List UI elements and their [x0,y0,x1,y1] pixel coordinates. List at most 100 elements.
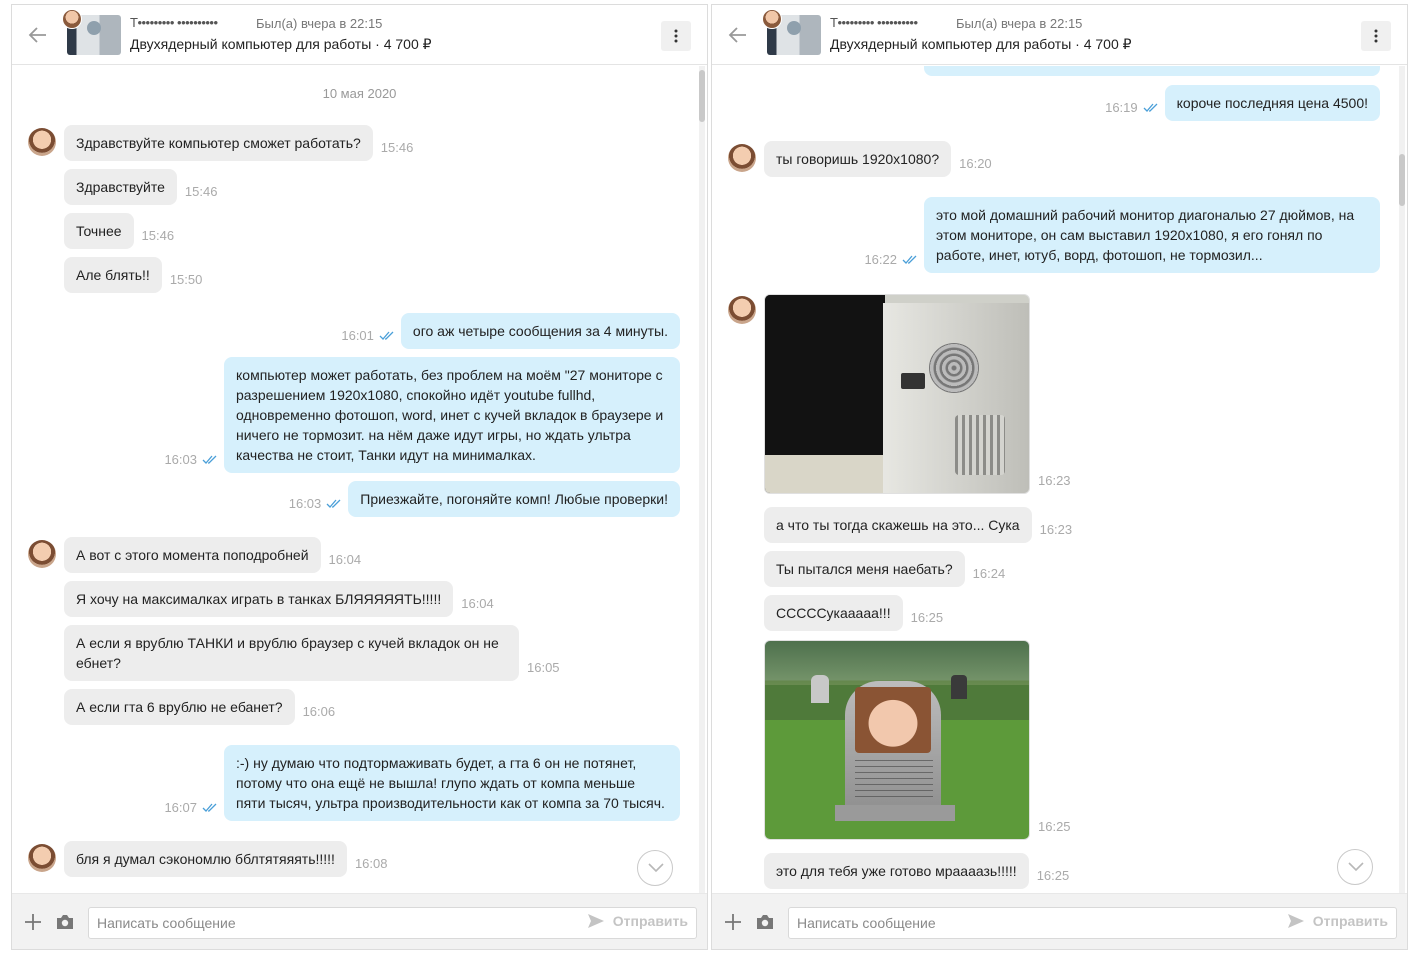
message-text: Здравствуйте [64,169,177,205]
message-text: компьютер может работать, без проблем на… [224,357,680,473]
incoming-photo-message: 16:23 [764,294,1079,494]
chat-panel-left: Т••••••••• •••••••••• Был(а) вчера в 22:… [11,4,708,950]
message-input-box[interactable]: Отправить [788,907,1397,939]
message-text: А если я врублю ТАНКИ и врублю браузер с… [64,625,519,681]
message-text: ты говоришь 1920x1080? [764,141,952,177]
message-time: 16:23 [1038,473,1071,488]
vertical-dots-icon [674,29,678,43]
message-time: 16:22 [864,252,897,267]
message-time: 16:04 [461,596,494,611]
incoming-message: Здравствуйте компьютер сможет работать? … [64,125,421,161]
send-button[interactable]: Отправить [587,913,688,929]
message-time: 16:07 [164,800,197,815]
message-input[interactable] [89,908,569,938]
arrow-left-icon[interactable] [26,23,50,47]
message-text: это мой домашний рабочий монитор диагона… [924,197,1380,273]
contact-status: Был(а) вчера в 22:15 [956,16,1083,31]
scroll-down-button[interactable] [1337,849,1373,885]
avatar[interactable] [28,128,56,156]
outgoing-message: короче последняя цена 4500! 16:19 [1097,85,1380,121]
incoming-photo-message: 16:25 [764,640,1079,840]
message-time: 16:20 [959,156,992,171]
avatar [762,9,782,29]
message-text: бля я думал сэкономлю бблтятяяять!!!!! [64,841,347,877]
message-time: 15:46 [184,184,218,199]
message-input-box[interactable]: Отправить [88,907,697,939]
avatar[interactable] [728,296,756,324]
message-text: Здравствуйте компьютер сможет работать? [64,125,373,161]
incoming-message: Здравствуйте 15:46 [64,169,225,205]
incoming-message: СССССукааааа!!! 16:25 [764,595,951,631]
double-check-icon [326,499,341,508]
incoming-message: А вот с этого момента поподробней 16:04 [64,537,369,573]
chat-header: Т••••••••• •••••••••• Был(а) вчера в 22:… [712,5,1407,65]
message-time: 16:03 [288,496,322,511]
send-label: Отправить [1312,913,1388,929]
message-composer: Отправить [12,893,707,949]
paper-plane-icon [1287,914,1304,928]
photo-computer[interactable] [764,294,1030,494]
double-check-icon [202,455,217,464]
send-button[interactable]: Отправить [1287,913,1388,929]
message-time: 16:23 [1039,522,1073,537]
camera-icon[interactable] [56,914,74,930]
chevron-down-icon [1348,862,1364,872]
scroll-down-button[interactable] [637,850,673,886]
message-time: 16:01 [341,328,374,343]
message-text: это для тебя уже готово мраааазь!!!!! [764,853,1029,889]
scrollbar-thumb[interactable] [699,70,705,122]
incoming-message: а что ты тогда скажешь на это... Сука 16… [764,507,1080,543]
double-check-icon [1143,103,1158,112]
message-time: 16:25 [910,610,944,625]
message-text: короче последняя цена 4500! [1164,85,1380,121]
plus-icon[interactable] [724,913,742,931]
scrollbar-thumb[interactable] [1399,154,1405,206]
contact-status: Был(а) вчера в 22:15 [256,16,383,31]
paper-plane-icon [587,914,604,928]
arrow-left-icon[interactable] [726,23,750,47]
incoming-message: это для тебя уже готово мраааазь!!!!! 16… [764,853,1077,889]
contact-name: Т••••••••• •••••••••• [830,15,918,30]
incoming-message: бля я думал сэкономлю бблтятяяять!!!!! 1… [64,841,395,877]
message-time: 15:50 [169,272,203,287]
message-time: 16:08 [354,856,388,871]
message-time: 16:25 [1038,819,1071,834]
incoming-message: Але блять!! 15:50 [64,257,210,293]
message-text: ого аж четыре сообщения за 4 минуты. [400,313,680,349]
message-time: 16:24 [972,566,1006,581]
more-button[interactable] [661,21,691,51]
message-text: Приезжайте, погоняйте комп! Любые провер… [348,481,680,517]
message-list[interactable]: короче последняя цена 4500! 16:19 ты гов… [712,66,1407,896]
message-time: 16:05 [527,660,560,675]
message-time: 15:46 [141,228,175,243]
avatar[interactable] [28,540,56,568]
chat-header: Т••••••••• •••••••••• Был(а) вчера в 22:… [12,5,707,65]
message-text: СССССукааааа!!! [764,595,903,631]
message-composer: Отправить [712,893,1407,949]
message-text: А если гта 6 врублю не ебанет? [64,689,295,725]
message-text: Але блять!! [64,257,162,293]
outgoing-message-partial [924,66,1380,76]
incoming-message: А если я врублю ТАНКИ и врублю браузер с… [64,625,568,681]
message-input[interactable] [789,908,1269,938]
double-check-icon [379,331,394,340]
avatar[interactable] [28,844,56,872]
camera-icon[interactable] [756,914,774,930]
message-time: 16:06 [302,704,336,719]
message-text: Ты пытался меня наебать? [764,551,965,587]
avatar [62,9,82,29]
more-button[interactable] [1361,21,1391,51]
date-separator: 10 мая 2020 [322,86,397,101]
message-list[interactable]: 10 мая 2020 Здравствуйте компьютер сможе… [12,66,707,896]
outgoing-message: :-) ну думаю что подтормаживать будет, а… [156,745,680,821]
vertical-dots-icon [1374,29,1378,43]
plus-icon[interactable] [24,913,42,931]
scrollbar[interactable] [699,66,705,894]
listing-title[interactable]: Двухядерный компьютер для работы · 4 700… [130,36,432,53]
avatar[interactable] [728,144,756,172]
scrollbar[interactable] [1399,66,1405,894]
incoming-message: А если гта 6 врублю не ебанет? 16:06 [64,689,343,725]
listing-title[interactable]: Двухядерный компьютер для работы · 4 700… [830,36,1132,53]
photo-gravestone[interactable] [764,640,1030,840]
message-time: 15:46 [380,140,414,155]
